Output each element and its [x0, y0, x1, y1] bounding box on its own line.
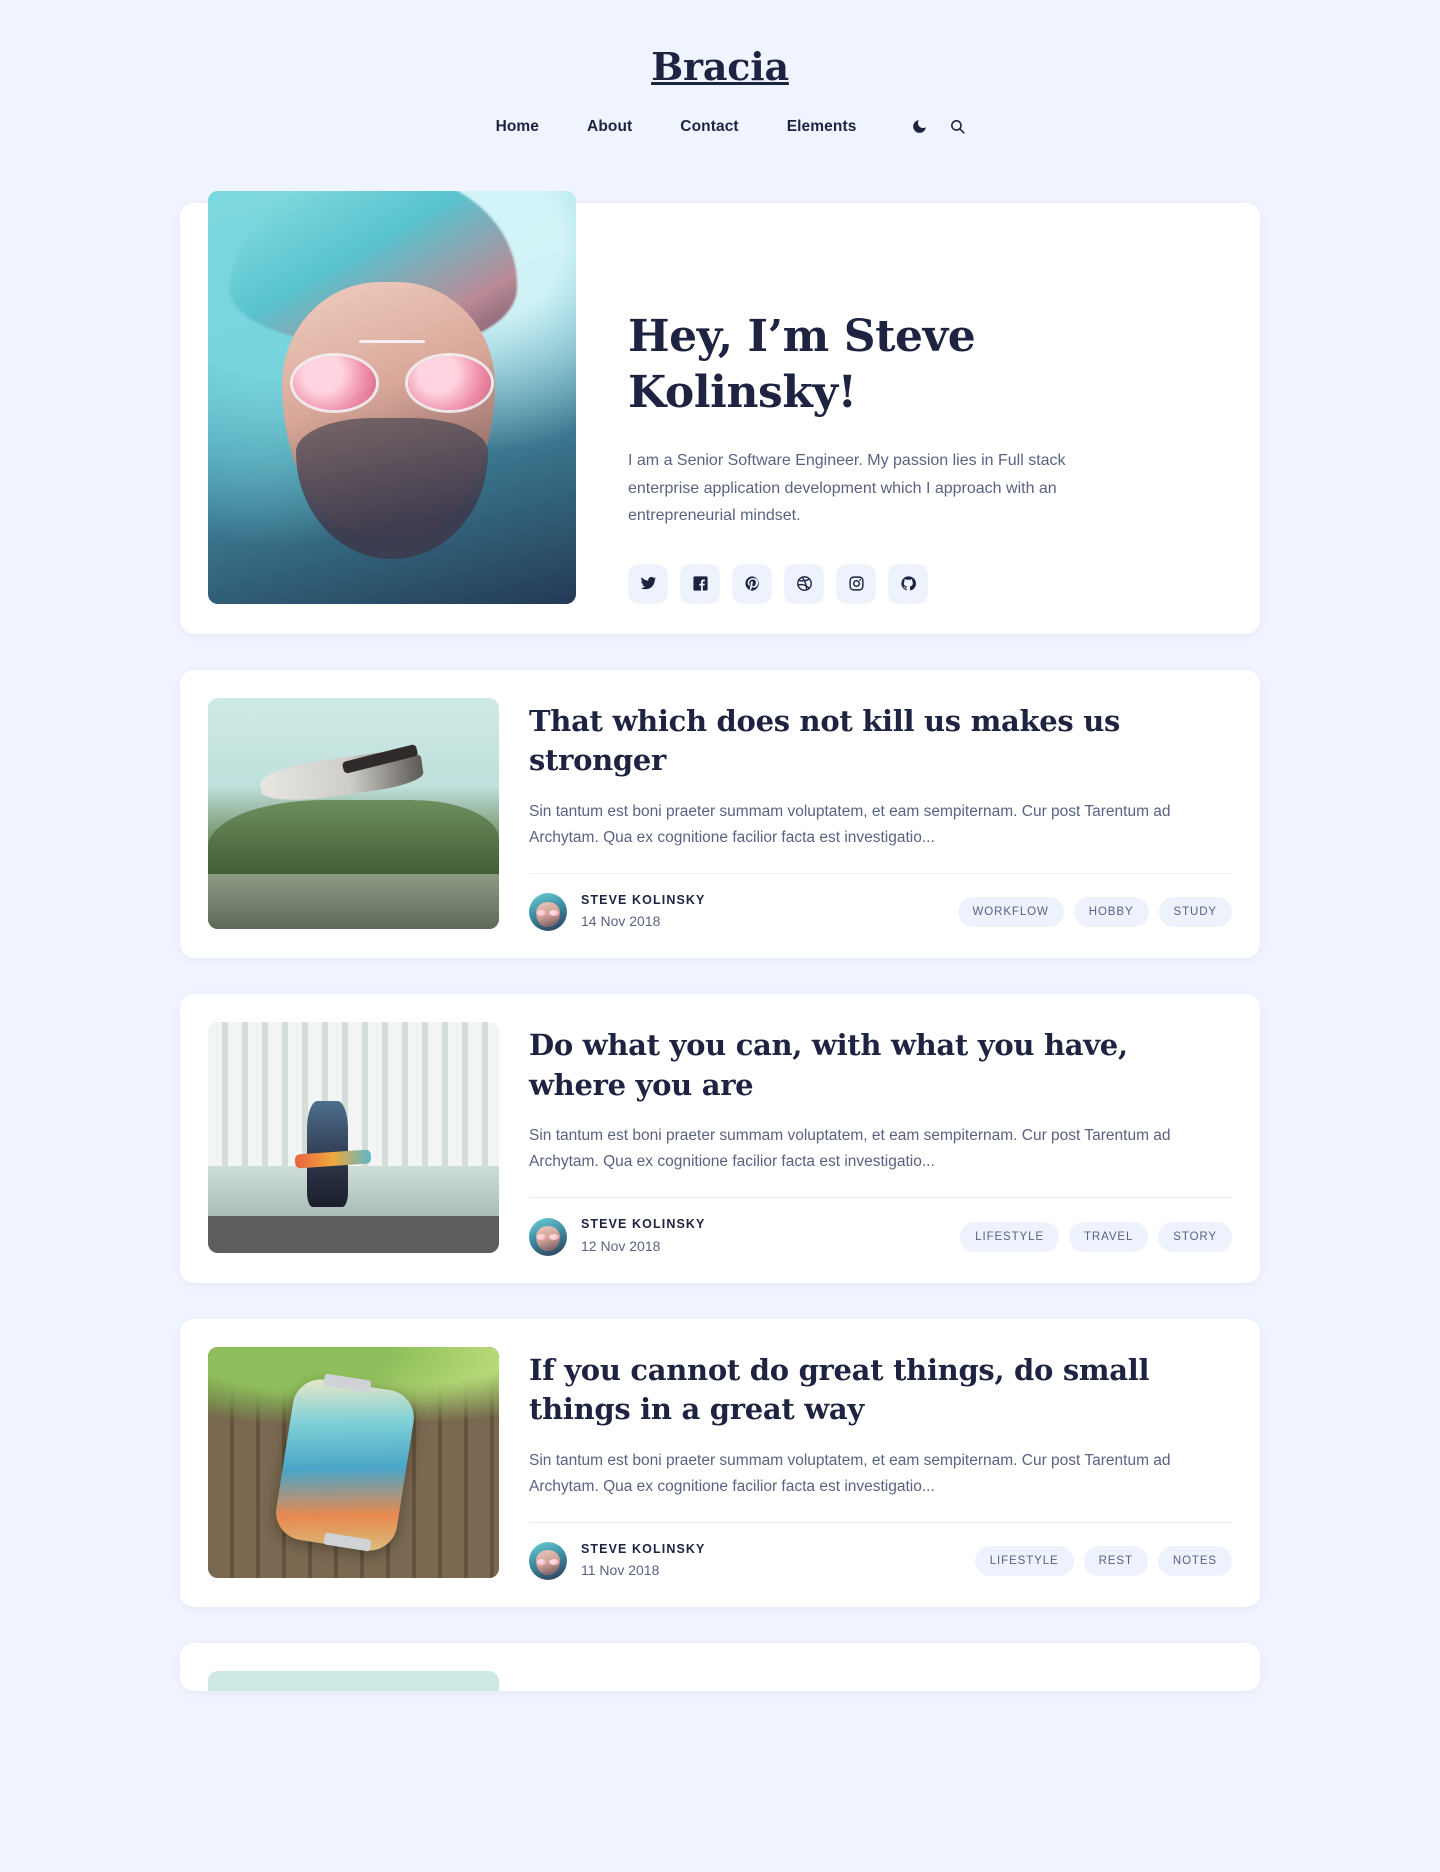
post-excerpt: Sin tantum est boni praeter summam volup…	[529, 1127, 1171, 1171]
post-meta: STEVE KOLINSKY 12 Nov 2018 LIFESTYLE TRA…	[529, 1197, 1232, 1257]
pinterest-icon[interactable]	[732, 563, 772, 604]
post-tags: LIFESTYLE TRAVEL STORY	[960, 1221, 1232, 1252]
post-title[interactable]: That which does not kill us makes us str…	[529, 702, 1232, 781]
post-card[interactable]: If you cannot do great things, do small …	[180, 1318, 1260, 1608]
dribbble-icon[interactable]	[784, 563, 824, 604]
tag-chip[interactable]: STORY	[1158, 1221, 1232, 1252]
post-title[interactable]: If you cannot do great things, do small …	[529, 1351, 1232, 1430]
search-icon[interactable]	[946, 116, 968, 138]
tag-chip[interactable]: STUDY	[1158, 897, 1232, 928]
post-thumbnail[interactable]	[208, 1022, 499, 1254]
post-excerpt: Sin tantum est boni praeter summam volup…	[529, 802, 1171, 846]
hero-title: Hey, I’m Steve Kolinsky!	[628, 310, 976, 419]
facebook-icon[interactable]	[680, 563, 720, 604]
post-thumbnail[interactable]	[208, 697, 499, 929]
nav-tools	[908, 116, 968, 138]
post-author: STEVE KOLINSKY 12 Nov 2018	[529, 1216, 705, 1257]
post-body: If you cannot do great things, do small …	[529, 1347, 1232, 1581]
post-tags: LIFESTYLE REST NOTES	[974, 1546, 1232, 1577]
author-name: STEVE KOLINSKY	[581, 892, 706, 907]
post-meta: STEVE KOLINSKY 11 Nov 2018 LIFESTYLE RES…	[529, 1521, 1232, 1582]
post-thumbnail[interactable]	[208, 1346, 499, 1578]
nav-item-home[interactable]: Home	[472, 118, 563, 136]
post-date: 11 Nov 2018	[581, 1562, 660, 1579]
post-excerpt: Sin tantum est boni praeter summam volup…	[529, 1451, 1171, 1495]
tag-chip[interactable]: HOBBY	[1073, 897, 1149, 928]
nav-item-contact[interactable]: Contact	[656, 118, 762, 136]
post-title[interactable]: Do what you can, with what you have, whe…	[529, 1026, 1232, 1105]
nav-item-elements[interactable]: Elements	[763, 118, 881, 136]
post-date: 14 Nov 2018	[581, 913, 661, 930]
instagram-icon[interactable]	[836, 563, 876, 604]
hero-portrait-image	[208, 190, 576, 604]
post-body: That which does not kill us makes us str…	[529, 698, 1232, 932]
post-tags: WORKFLOW HOBBY STUDY	[957, 897, 1232, 928]
post-card[interactable]: Do what you can, with what you have, whe…	[180, 994, 1260, 1283]
post-card-partial[interactable]	[180, 1643, 1260, 1692]
author-name: STEVE KOLINSKY	[581, 1541, 706, 1556]
hero-description: I am a Senior Software Engineer. My pass…	[628, 452, 1066, 525]
post-body: Do what you can, with what you have, whe…	[529, 1022, 1232, 1256]
main-navigation: Home About Contact Elements	[0, 116, 1440, 138]
site-logo[interactable]: Bracia	[651, 44, 789, 89]
post-card[interactable]: That which does not kill us makes us str…	[180, 669, 1260, 959]
post-body	[529, 1671, 1232, 1691]
tag-chip[interactable]: NOTES	[1157, 1546, 1232, 1577]
social-links	[628, 563, 1224, 604]
tag-chip[interactable]: LIFESTYLE	[960, 1221, 1059, 1252]
post-author: STEVE KOLINSKY 11 Nov 2018	[529, 1541, 705, 1582]
hero-body: Hey, I’m Steve Kolinsky! I am a Senior S…	[576, 233, 1224, 604]
author-name: STEVE KOLINSKY	[581, 1217, 706, 1232]
site-header: Bracia Home About Contact Elements	[0, 0, 1440, 138]
tag-chip[interactable]: LIFESTYLE	[974, 1546, 1074, 1577]
avatar	[529, 1217, 567, 1256]
post-date: 12 Nov 2018	[581, 1237, 661, 1254]
twitter-icon[interactable]	[628, 563, 668, 604]
post-thumbnail[interactable]	[208, 1671, 499, 1692]
tag-chip[interactable]: WORKFLOW	[957, 897, 1064, 928]
avatar	[529, 893, 567, 932]
moon-icon[interactable]	[908, 116, 930, 138]
post-author: STEVE KOLINSKY 14 Nov 2018	[529, 892, 705, 933]
tag-chip[interactable]: REST	[1083, 1546, 1148, 1577]
nav-item-about[interactable]: About	[563, 118, 656, 136]
tag-chip[interactable]: TRAVEL	[1069, 1221, 1149, 1252]
post-meta: STEVE KOLINSKY 14 Nov 2018 WORKFLOW HOBB…	[529, 872, 1232, 933]
avatar	[529, 1542, 567, 1581]
hero-card: Hey, I’m Steve Kolinsky! I am a Senior S…	[180, 190, 1260, 634]
github-icon[interactable]	[888, 563, 928, 604]
main-content: Hey, I’m Steve Kolinsky! I am a Senior S…	[180, 190, 1260, 1692]
